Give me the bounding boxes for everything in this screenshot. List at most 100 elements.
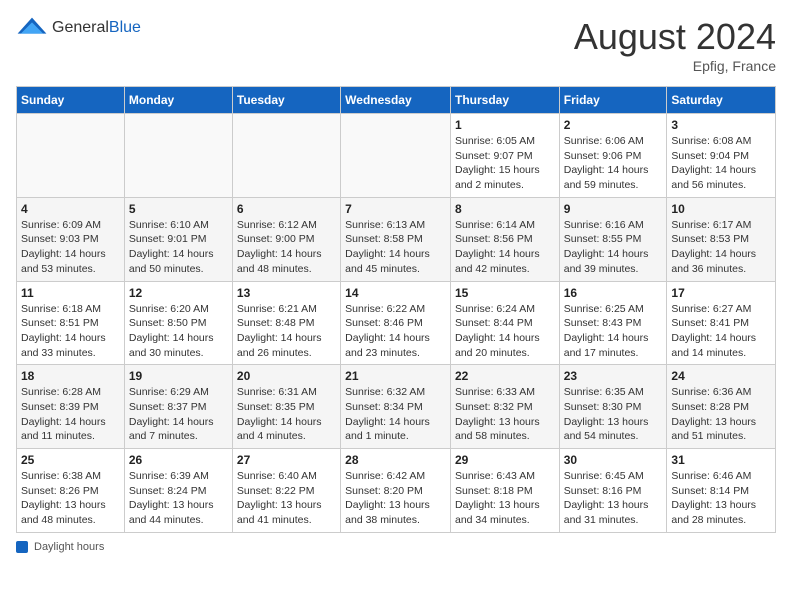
calendar-table: SundayMondayTuesdayWednesdayThursdayFrid…	[16, 86, 776, 533]
calendar-cell: 7Sunrise: 6:13 AMSunset: 8:58 PMDaylight…	[341, 197, 451, 281]
calendar-week-row: 4Sunrise: 6:09 AMSunset: 9:03 PMDaylight…	[17, 197, 776, 281]
day-number: 27	[237, 453, 336, 467]
day-number: 5	[129, 202, 228, 216]
calendar-cell: 20 Sunrise: 6:31 AMSunset: 8:35 PMDayligh…	[232, 365, 340, 449]
day-number: 11	[21, 286, 120, 300]
day-number: 4	[21, 202, 120, 216]
logo: GeneralBlue	[16, 16, 141, 40]
weekday-header-saturday: Saturday	[667, 87, 776, 114]
weekday-header-tuesday: Tuesday	[232, 87, 340, 114]
day-info: Sunrise: 6:25 AMSunset: 8:43 PMDaylight:…	[564, 302, 663, 361]
day-number: 19	[129, 369, 228, 383]
calendar-cell: 1 Sunrise: 6:05 AMSunset: 9:07 PMDaylight…	[450, 114, 559, 198]
day-info: Sunrise: 6:08 AMSunset: 9:04 PMDaylight:…	[671, 134, 771, 193]
day-info: Sunrise: 6:38 AMSunset: 8:26 PMDaylight:…	[21, 469, 120, 528]
day-number: 17	[671, 286, 771, 300]
day-number: 21	[345, 369, 446, 383]
calendar-cell	[124, 114, 232, 198]
day-info: Sunrise: 6:10 AMSunset: 9:01 PMDaylight:…	[129, 218, 228, 277]
day-info: Sunrise: 6:22 AMSunset: 8:46 PMDaylight:…	[345, 302, 446, 361]
day-number: 15	[455, 286, 555, 300]
calendar-cell: 26Sunrise: 6:39 AMSunset: 8:24 PMDayligh…	[124, 449, 232, 533]
calendar-cell: 14 Sunrise: 6:22 AMSunset: 8:46 PMDayligh…	[341, 281, 451, 365]
day-number: 3	[671, 118, 771, 132]
day-number: 26	[129, 453, 228, 467]
day-number: 20	[237, 369, 336, 383]
day-info: Sunrise: 6:31 AMSunset: 8:35 PMDaylight:…	[237, 385, 336, 444]
calendar-cell: 15Sunrise: 6:24 AMSunset: 8:44 PMDayligh…	[450, 281, 559, 365]
calendar-cell: 13 Sunrise: 6:21 AMSunset: 8:48 PMDayligh…	[232, 281, 340, 365]
day-number: 13	[237, 286, 336, 300]
calendar-cell: 2 Sunrise: 6:06 AMSunset: 9:06 PMDaylight…	[559, 114, 667, 198]
day-info: Sunrise: 6:43 AMSunset: 8:18 PMDaylight:…	[455, 469, 555, 528]
weekday-header-row: SundayMondayTuesdayWednesdayThursdayFrid…	[17, 87, 776, 114]
day-number: 23	[564, 369, 663, 383]
logo-icon	[16, 16, 48, 40]
calendar-cell: 22Sunrise: 6:33 AMSunset: 8:32 PMDayligh…	[450, 365, 559, 449]
weekday-header-wednesday: Wednesday	[341, 87, 451, 114]
day-info: Sunrise: 6:27 AMSunset: 8:41 PMDaylight:…	[671, 302, 771, 361]
calendar-cell: 24Sunrise: 6:36 AMSunset: 8:28 PMDayligh…	[667, 365, 776, 449]
calendar-cell: 18 Sunrise: 6:28 AMSunset: 8:39 PMDayligh…	[17, 365, 125, 449]
calendar-cell: 12 Sunrise: 6:20 AMSunset: 8:50 PMDayligh…	[124, 281, 232, 365]
calendar-cell: 6Sunrise: 6:12 AMSunset: 9:00 PMDaylight…	[232, 197, 340, 281]
day-info: Sunrise: 6:46 AMSunset: 8:14 PMDaylight:…	[671, 469, 771, 528]
calendar-cell: 19 Sunrise: 6:29 AMSunset: 8:37 PMDayligh…	[124, 365, 232, 449]
weekday-header-friday: Friday	[559, 87, 667, 114]
day-info: Sunrise: 6:05 AMSunset: 9:07 PMDaylight:…	[455, 134, 555, 193]
calendar-cell: 27Sunrise: 6:40 AMSunset: 8:22 PMDayligh…	[232, 449, 340, 533]
calendar-cell: 10 Sunrise: 6:17 AMSunset: 8:53 PMDayligh…	[667, 197, 776, 281]
day-info: Sunrise: 6:18 AMSunset: 8:51 PMDaylight:…	[21, 302, 120, 361]
day-number: 25	[21, 453, 120, 467]
calendar-cell: 3 Sunrise: 6:08 AMSunset: 9:04 PMDaylight…	[667, 114, 776, 198]
day-info: Sunrise: 6:06 AMSunset: 9:06 PMDaylight:…	[564, 134, 663, 193]
day-info: Sunrise: 6:42 AMSunset: 8:20 PMDaylight:…	[345, 469, 446, 528]
calendar-week-row: 11 Sunrise: 6:18 AMSunset: 8:51 PMDayligh…	[17, 281, 776, 365]
day-number: 10	[671, 202, 771, 216]
day-info: Sunrise: 6:35 AMSunset: 8:30 PMDaylight:…	[564, 385, 663, 444]
day-number: 1	[455, 118, 555, 132]
day-info: Sunrise: 6:13 AMSunset: 8:58 PMDaylight:…	[345, 218, 446, 277]
calendar-cell	[17, 114, 125, 198]
day-number: 8	[455, 202, 555, 216]
day-info: Sunrise: 6:28 AMSunset: 8:39 PMDaylight:…	[21, 385, 120, 444]
calendar-cell	[341, 114, 451, 198]
legend-dot	[16, 541, 28, 553]
calendar-cell: 28 Sunrise: 6:42 AMSunset: 8:20 PMDayligh…	[341, 449, 451, 533]
day-number: 24	[671, 369, 771, 383]
calendar-cell: 9 Sunrise: 6:16 AMSunset: 8:55 PMDaylight…	[559, 197, 667, 281]
calendar-cell: 17 Sunrise: 6:27 AMSunset: 8:41 PMDayligh…	[667, 281, 776, 365]
day-number: 18	[21, 369, 120, 383]
legend-label: Daylight hours	[34, 541, 104, 553]
day-info: Sunrise: 6:16 AMSunset: 8:55 PMDaylight:…	[564, 218, 663, 277]
calendar-cell: 31Sunrise: 6:46 AMSunset: 8:14 PMDayligh…	[667, 449, 776, 533]
calendar-cell: 5 Sunrise: 6:10 AMSunset: 9:01 PMDaylight…	[124, 197, 232, 281]
day-number: 12	[129, 286, 228, 300]
day-info: Sunrise: 6:12 AMSunset: 9:00 PMDaylight:…	[237, 218, 336, 277]
calendar-cell: 8 Sunrise: 6:14 AMSunset: 8:56 PMDaylight…	[450, 197, 559, 281]
day-info: Sunrise: 6:20 AMSunset: 8:50 PMDaylight:…	[129, 302, 228, 361]
logo-wordmark: GeneralBlue	[52, 19, 141, 37]
logo-blue-text: Blue	[109, 19, 141, 36]
month-year-title: August 2024	[574, 16, 776, 58]
weekday-header-sunday: Sunday	[17, 87, 125, 114]
day-info: Sunrise: 6:29 AMSunset: 8:37 PMDaylight:…	[129, 385, 228, 444]
calendar-cell: 16 Sunrise: 6:25 AMSunset: 8:43 PMDayligh…	[559, 281, 667, 365]
day-number: 16	[564, 286, 663, 300]
calendar-cell	[232, 114, 340, 198]
day-number: 29	[455, 453, 555, 467]
day-info: Sunrise: 6:14 AMSunset: 8:56 PMDaylight:…	[455, 218, 555, 277]
weekday-header-thursday: Thursday	[450, 87, 559, 114]
day-info: Sunrise: 6:21 AMSunset: 8:48 PMDaylight:…	[237, 302, 336, 361]
day-number: 14	[345, 286, 446, 300]
day-info: Sunrise: 6:33 AMSunset: 8:32 PMDaylight:…	[455, 385, 555, 444]
day-number: 30	[564, 453, 663, 467]
logo-general-text: General	[52, 19, 109, 36]
day-number: 2	[564, 118, 663, 132]
day-info: Sunrise: 6:17 AMSunset: 8:53 PMDaylight:…	[671, 218, 771, 277]
day-number: 28	[345, 453, 446, 467]
calendar-cell: 11 Sunrise: 6:18 AMSunset: 8:51 PMDayligh…	[17, 281, 125, 365]
day-number: 9	[564, 202, 663, 216]
calendar-week-row: 18 Sunrise: 6:28 AMSunset: 8:39 PMDayligh…	[17, 365, 776, 449]
day-info: Sunrise: 6:45 AMSunset: 8:16 PMDaylight:…	[564, 469, 663, 528]
